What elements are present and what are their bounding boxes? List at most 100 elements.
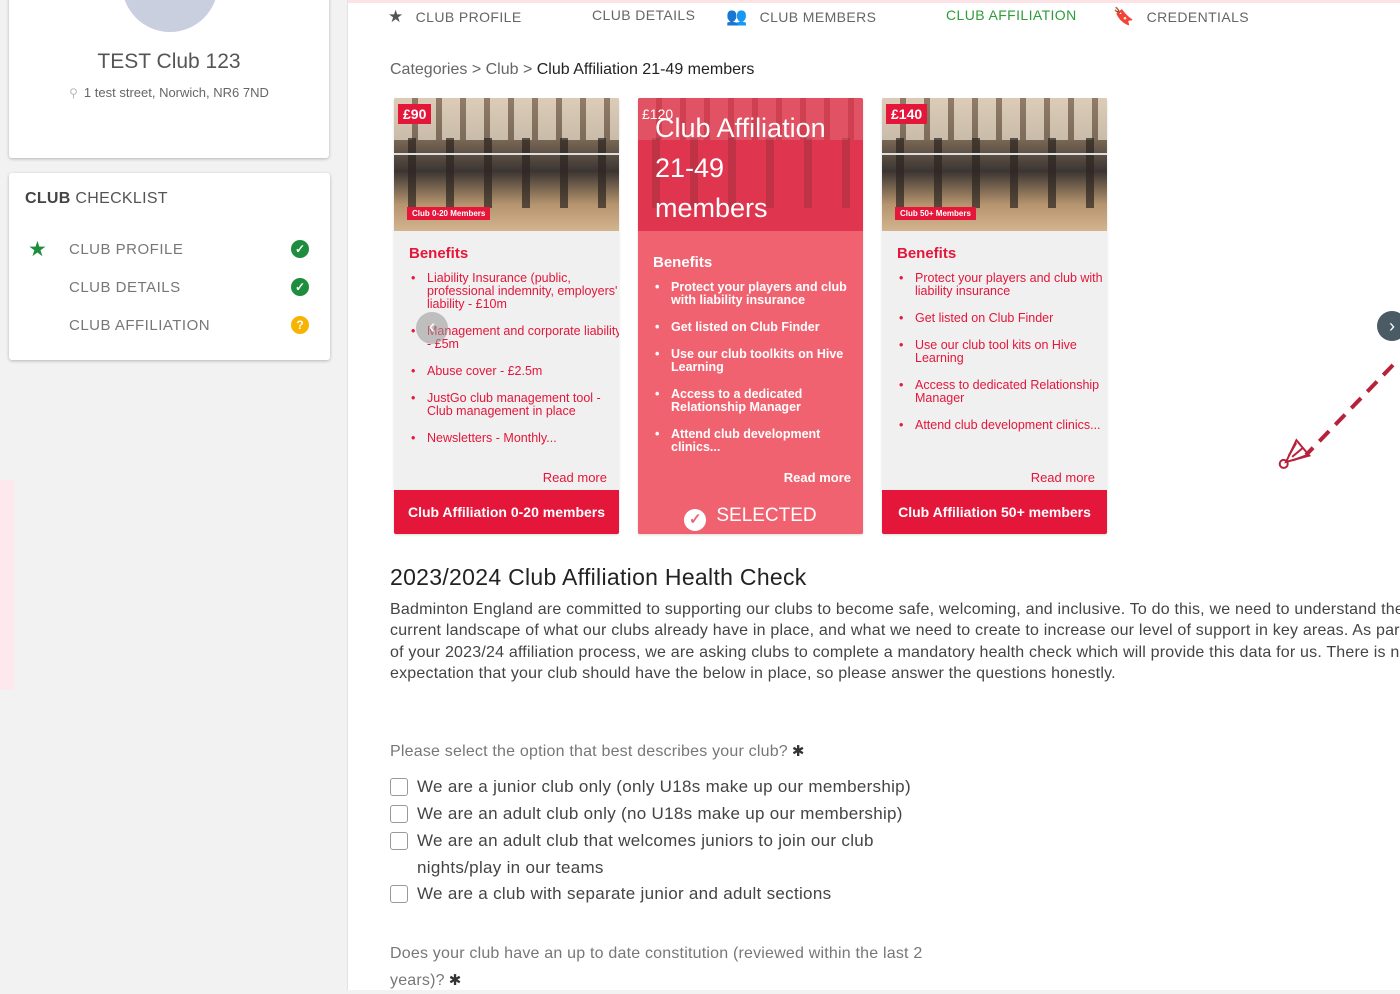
club-name: TEST Club 123: [97, 50, 241, 73]
checklist-item-label: CLUB PROFILE: [69, 241, 184, 258]
checklist-title: CLUB CHECKLIST: [25, 190, 168, 208]
checkbox[interactable]: [390, 832, 408, 850]
avatar: [122, 0, 218, 32]
benefits-list: Liability Insurance (public, professiona…: [409, 272, 619, 459]
benefits-title: Benefits: [409, 245, 469, 262]
package-title-line: Club Affiliation: [655, 113, 826, 143]
benefit-item: JustGo club management tool - Club manag…: [411, 392, 619, 418]
tab-club-profile[interactable]: ★ CLUB PROFILE: [388, 7, 522, 27]
selected-label: SELECTED: [716, 505, 817, 526]
breadcrumb-separator: >: [467, 61, 486, 78]
benefit-item: Protect your players and club with liabi…: [899, 272, 1107, 298]
sidebar: TEST Club 123 ⚲ 1 test street, Norwich, N…: [0, 0, 347, 990]
breadcrumb-separator: >: [518, 61, 537, 78]
check-complete-icon: ✓: [291, 240, 309, 258]
read-more-link[interactable]: Read more: [784, 470, 851, 485]
checklist-item-label: CLUB AFFILIATION: [69, 317, 211, 334]
price-badge: £140: [886, 104, 928, 124]
breadcrumb-categories[interactable]: Categories: [390, 61, 467, 78]
tab-bar: ★ CLUB PROFILE CLUB DETAILS 👥 CLUB MEMBERS…: [348, 0, 1400, 30]
tab-label: CLUB MEMBERS: [759, 9, 877, 25]
tab-club-members[interactable]: 👥 CLUB MEMBERS: [726, 7, 876, 27]
benefits-list: Protect your players and club with liabi…: [653, 281, 863, 468]
decorative-shape: [0, 480, 14, 690]
checkbox[interactable]: [390, 778, 408, 796]
members-icon: 👥: [726, 7, 748, 26]
image-label-badge: Club 0-20 Members: [407, 207, 491, 220]
read-more-link[interactable]: Read more: [1031, 470, 1095, 485]
required-asterisk-icon: ✱: [448, 972, 462, 989]
package-card-50-plus[interactable]: £140 Club 50+ Members Benefits Protect y…: [882, 98, 1107, 534]
image-detail: [882, 138, 1107, 208]
package-image: £140 Club 50+ Members: [882, 98, 1107, 231]
checklist-item-club-profile[interactable]: ★ CLUB PROFILE ✓: [9, 235, 330, 265]
checklist-item-label: CLUB DETAILS: [69, 279, 181, 296]
main-content: ★ CLUB PROFILE CLUB DETAILS 👥 CLUB MEMBERS…: [347, 0, 1400, 990]
option-label: We are a junior club only (only U18s mak…: [417, 777, 911, 796]
club-profile-card: TEST Club 123 ⚲ 1 test street, Norwich, N…: [9, 0, 329, 158]
tab-label: CLUB DETAILS: [592, 7, 696, 23]
breadcrumb-club[interactable]: Club: [486, 61, 519, 78]
club-checklist-card: CLUB CHECKLIST ★ CLUB PROFILE ✓ CLUB DET…: [9, 173, 330, 360]
breadcrumb-current: Club Affiliation 21-49 members: [536, 61, 755, 78]
tab-label: CREDENTIALS: [1146, 9, 1249, 25]
select-package-button[interactable]: Club Affiliation 50+ members: [882, 490, 1107, 534]
benefit-item: Access to dedicated Relationship Manager: [899, 379, 1107, 405]
image-detail: [394, 138, 619, 208]
benefit-item: Use our club tool kits on Hive Learning: [899, 339, 1107, 365]
tab-club-details[interactable]: CLUB DETAILS: [592, 7, 695, 23]
select-package-button[interactable]: Club Affiliation 0-20 members: [394, 490, 619, 534]
tab-credentials[interactable]: 🔖 CREDENTIALS: [1113, 7, 1249, 27]
question-text: Please select the option that best descr…: [390, 743, 788, 760]
package-title: Club Affiliation 21-49 members: [655, 108, 855, 228]
benefit-item: Newsletters - Monthly...: [411, 432, 619, 446]
checkbox[interactable]: [390, 805, 408, 823]
package-image: £90 Club 0-20 Members: [394, 98, 619, 231]
selected-indicator[interactable]: ✓ SELECTED: [638, 498, 863, 534]
checklist-item-club-details[interactable]: CLUB DETAILS ✓: [9, 273, 330, 303]
benefits-list: Protect your players and club with liabi…: [897, 272, 1107, 446]
benefit-item: Liability Insurance (public, professiona…: [411, 272, 619, 311]
read-more-link[interactable]: Read more: [543, 470, 607, 485]
image-label-badge: Club 50+ Members: [895, 207, 976, 220]
tab-club-affiliation[interactable]: CLUB AFFILIATION: [946, 7, 1077, 23]
club-address-text: 1 test street, Norwich, NR6 7ND: [83, 85, 269, 100]
carousel-prev-button[interactable]: ‹: [416, 312, 448, 344]
breadcrumb: Categories > Club > Club Affiliation 21-…: [390, 61, 754, 79]
benefit-item: Protect your players and club with liabi…: [655, 281, 863, 307]
check-complete-icon: ✓: [291, 278, 309, 296]
benefit-item: Get listed on Club Finder: [899, 312, 1107, 326]
tab-label: CLUB PROFILE: [415, 9, 522, 25]
checkbox[interactable]: [390, 885, 408, 903]
checklist-title-rest: CHECKLIST: [70, 190, 168, 207]
package-title-line: 21-49: [655, 153, 725, 183]
chevron-left-icon: ‹: [428, 316, 436, 338]
benefit-item: Access to a dedicated Relationship Manag…: [655, 388, 863, 414]
question-text: Does your club have an up to date consti…: [390, 945, 923, 989]
pending-question-icon: ?: [291, 316, 309, 334]
benefit-item: Get listed on Club Finder: [655, 321, 863, 335]
star-icon: ★: [28, 238, 47, 261]
carousel-next-button[interactable]: ›: [1377, 311, 1400, 341]
benefit-item: Abuse cover - £2.5m: [411, 365, 619, 379]
option-label: We are a club with separate junior and a…: [417, 884, 832, 903]
health-check-description: Badminton England are committed to suppo…: [390, 601, 1400, 682]
package-card-21-49[interactable]: £120 Club Affiliation 21-49 members Bene…: [638, 98, 863, 534]
check-circle-icon: ✓: [684, 509, 707, 531]
bookmark-icon: 🔖: [1113, 7, 1135, 26]
chevron-right-icon: ›: [1389, 316, 1395, 336]
location-pin-icon: ⚲: [69, 86, 78, 100]
star-icon: ★: [388, 7, 404, 26]
shuttlecock-decoration-icon: [1278, 363, 1395, 469]
question-club-type: Please select the option that best descr…: [390, 738, 960, 765]
health-check-title: 2023/2024 Club Affiliation Health Check: [390, 564, 807, 590]
option-label: We are an adult club only (no U18s make …: [417, 804, 903, 823]
checklist-item-club-affiliation[interactable]: CLUB AFFILIATION ?: [9, 311, 330, 341]
question-constitution: Does your club have an up to date consti…: [390, 940, 960, 994]
option-label: We are an adult club that welcomes junio…: [417, 831, 874, 877]
benefit-item: Attend club development clinics...: [899, 419, 1107, 433]
package-title-line: members: [655, 193, 768, 223]
image-detail: [882, 153, 1107, 155]
required-asterisk-icon: ✱: [791, 743, 805, 760]
image-detail: [394, 153, 619, 155]
